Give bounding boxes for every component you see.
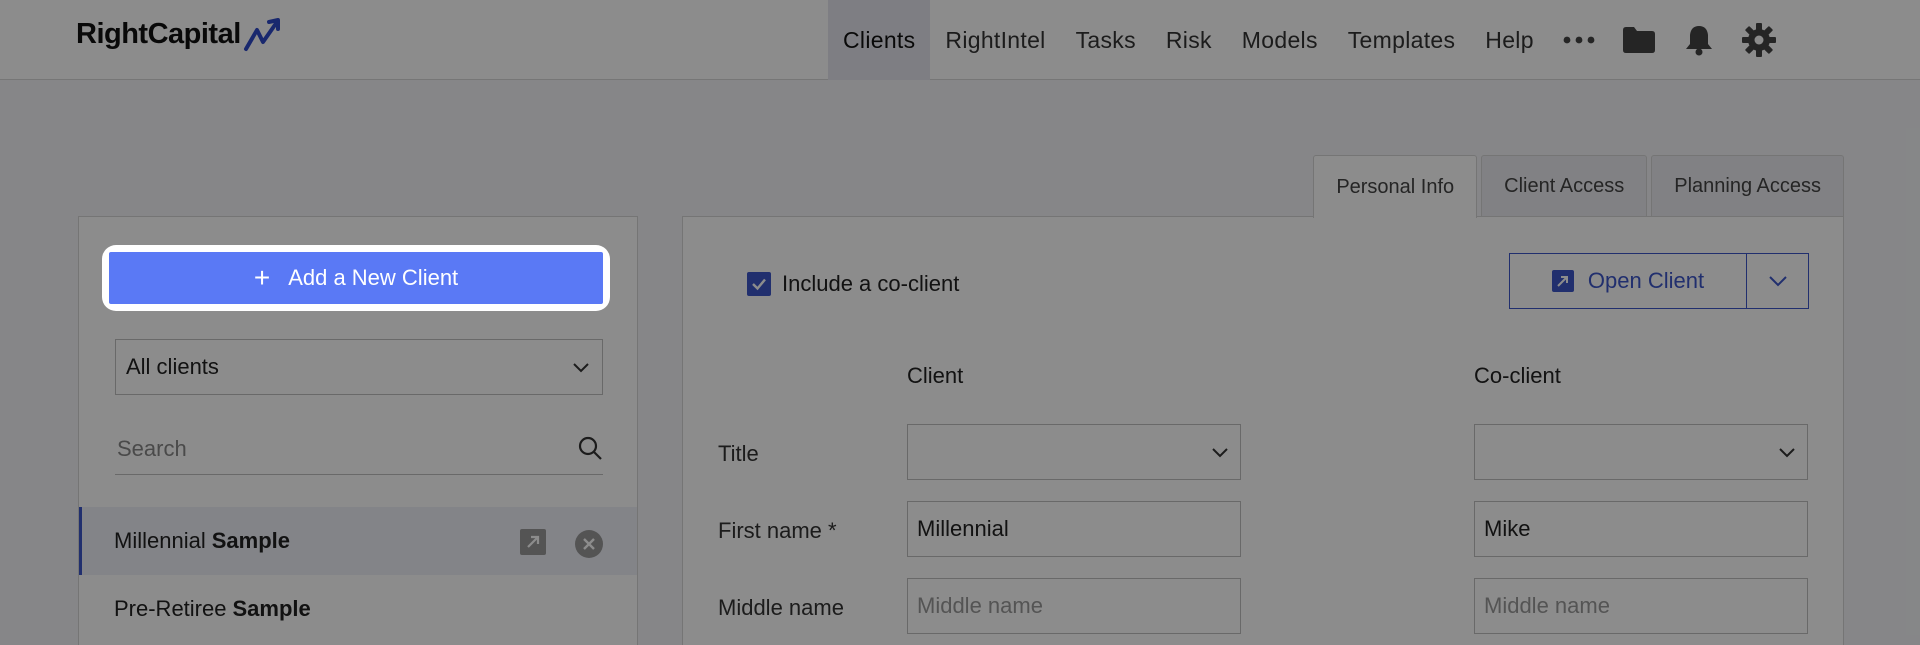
open-client-label: Open Client xyxy=(1587,268,1705,293)
client-list-item[interactable]: Millennial Sample xyxy=(79,507,637,575)
detail-tabs: Personal Info Client Access Planning Acc… xyxy=(1309,155,1844,218)
plus-icon: + xyxy=(253,262,271,293)
top-header: RightCapital Clients RightIntel Tasks Ri… xyxy=(0,0,1920,80)
client-first-name: Pre-Retiree xyxy=(114,596,227,621)
logo-text: RightCapital xyxy=(76,17,241,50)
search-icon[interactable] xyxy=(577,435,603,461)
client-last-name: Sample xyxy=(211,528,290,553)
client-first-name-value: Millennial xyxy=(917,516,1009,541)
client-last-name: Sample xyxy=(232,596,311,621)
coclient-middle-name-placeholder: Middle name xyxy=(1484,593,1610,618)
nav-risk[interactable]: Risk xyxy=(1151,0,1227,80)
nav-models[interactable]: Models xyxy=(1227,0,1333,80)
tab-personal-info[interactable]: Personal Info xyxy=(1313,155,1478,218)
coclient-first-name-input[interactable]: Mike xyxy=(1474,501,1808,557)
chevron-down-icon xyxy=(1779,448,1795,458)
first-name-label: First name * xyxy=(718,518,837,543)
title-label: Title xyxy=(718,441,759,466)
client-column-header: Client xyxy=(907,363,964,388)
open-client-dropdown[interactable] xyxy=(1747,254,1808,308)
remove-client-icon[interactable] xyxy=(574,529,604,559)
coclient-first-name-value: Mike xyxy=(1484,516,1531,541)
include-coclient-checkbox[interactable] xyxy=(747,272,771,296)
client-list-item[interactable]: Pre-Retiree Sample xyxy=(79,575,637,643)
logo[interactable]: RightCapital xyxy=(76,14,287,54)
client-first-name: Millennial xyxy=(114,528,206,553)
add-new-client-label: Add a New Client xyxy=(288,265,459,290)
middle-name-label: Middle name xyxy=(718,595,844,620)
open-external-icon xyxy=(1551,270,1574,292)
client-title-select[interactable] xyxy=(907,424,1241,480)
tab-client-access[interactable]: Client Access xyxy=(1481,155,1648,217)
search-placeholder: Search xyxy=(117,435,187,461)
coclient-title-select[interactable] xyxy=(1474,424,1808,480)
client-middle-name-input[interactable]: Middle name xyxy=(907,578,1241,634)
client-detail-panel: Include a co-client Open Client Client C… xyxy=(682,216,1844,645)
main-nav: Clients RightIntel Tasks Risk Models Tem… xyxy=(828,0,1789,80)
client-filter-select[interactable]: All clients xyxy=(115,339,603,395)
open-client-split-button: Open Client xyxy=(1509,253,1809,309)
client-first-name-input[interactable]: Millennial xyxy=(907,501,1241,557)
chevron-down-icon xyxy=(1768,276,1787,287)
bell-icon[interactable] xyxy=(1669,0,1729,80)
coclient-column-header: Co-client xyxy=(1474,363,1561,388)
nav-clients[interactable]: Clients xyxy=(828,0,931,80)
more-icon[interactable] xyxy=(1549,0,1609,80)
nav-tasks[interactable]: Tasks xyxy=(1061,0,1151,80)
add-new-client-button[interactable]: + Add a New Client xyxy=(109,252,603,304)
client-search-input[interactable]: Search xyxy=(115,423,603,475)
chevron-down-icon xyxy=(1212,448,1228,458)
nav-rightintel[interactable]: RightIntel xyxy=(930,0,1060,80)
logo-arrow-icon xyxy=(243,18,280,51)
tab-planning-access[interactable]: Planning Access xyxy=(1651,155,1844,217)
open-external-icon[interactable] xyxy=(520,529,546,555)
coclient-middle-name-input[interactable]: Middle name xyxy=(1474,578,1808,634)
gear-icon[interactable] xyxy=(1729,0,1789,80)
include-coclient-label: Include a co-client xyxy=(782,271,960,296)
open-client-button[interactable]: Open Client xyxy=(1510,254,1747,308)
add-client-highlight: + Add a New Client xyxy=(102,245,610,311)
chevron-down-icon xyxy=(573,363,589,373)
client-filter-value: All clients xyxy=(126,354,219,379)
nav-templates[interactable]: Templates xyxy=(1333,0,1471,80)
folder-icon[interactable] xyxy=(1609,0,1669,80)
checkmark-icon xyxy=(752,278,766,291)
nav-help[interactable]: Help xyxy=(1470,0,1549,80)
client-middle-name-placeholder: Middle name xyxy=(917,593,1043,618)
